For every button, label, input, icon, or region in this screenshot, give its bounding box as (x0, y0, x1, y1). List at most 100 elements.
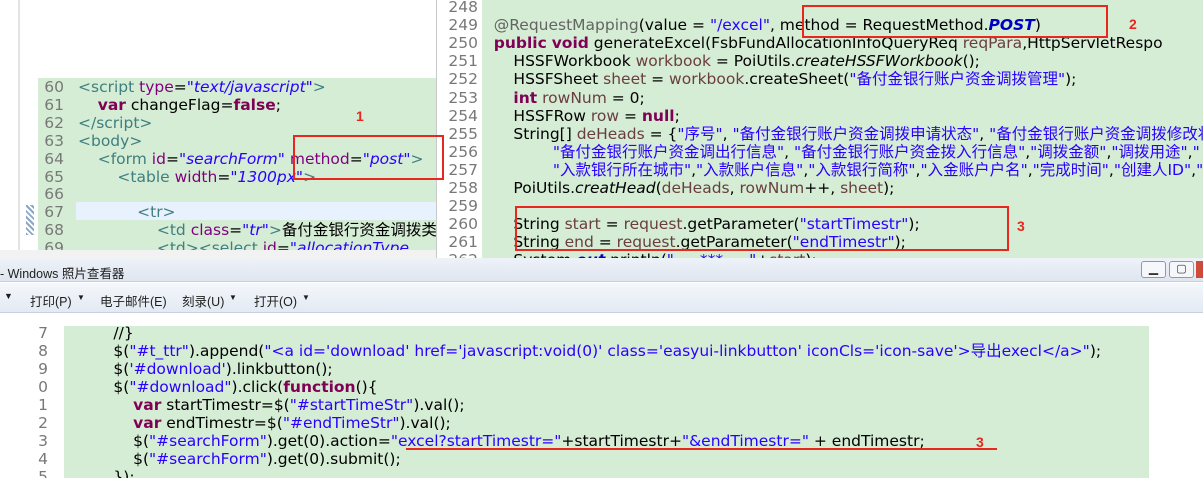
viewer-code-line-text: $("#t_ttr").append("<a id='download' hre… (74, 342, 1102, 360)
right-editor-line: 257 "入款银行所在城市","入款账户信息","入款银行简称","入金账户户名… (440, 160, 1203, 180)
right-editor-line-text: "备付金银行账户资金调出行信息", "备付金银行账户资金拨入行信息","调拨金额… (552, 142, 1200, 161)
right-editor-line-text: "入款银行所在城市","入款账户信息","入款银行简称","入金账户户名","完… (552, 160, 1203, 179)
menu-burn-arrow-icon[interactable]: ▼ (229, 293, 237, 302)
viewer-code-line: 9 $('#download').linkbutton(); (36, 360, 1203, 379)
right-editor-line-number: 255 (448, 124, 478, 143)
menu-chevron-icon[interactable]: ▼ (4, 291, 13, 301)
viewer-code-line: 0 $("#download").click(function(){ (36, 378, 1203, 397)
viewer-code-line-text: //} (74, 324, 134, 342)
left-editor-line: 60 <script type="text/javascript"> (38, 78, 436, 97)
viewer-titlebar: - Windows 照片查看器 ▁ ▢ (0, 258, 1203, 282)
viewer-title: - Windows 照片查看器 (0, 267, 125, 281)
left-editor-line: 62 </script> (38, 113, 436, 133)
viewer-code-line-text: var endTimestr=$("#endTimeStr").val(); (133, 414, 451, 432)
left-editor-hscroll[interactable] (0, 250, 436, 258)
left-editor-line-text: </script> (78, 113, 153, 132)
left-editor-line-number: 61 (44, 95, 64, 114)
photo-viewer-window: - Windows 照片查看器 ▁ ▢ ▼ 打印(P) ▼ 电子邮件(E) 刻录… (0, 258, 1203, 478)
viewer-code-line-number: 5 (38, 468, 48, 478)
left-editor-line-number: 63 (44, 131, 64, 150)
right-editor-line-number: 249 (448, 16, 478, 35)
menu-print-arrow-icon[interactable]: ▼ (77, 293, 85, 302)
maximize-button[interactable]: ▢ (1169, 261, 1194, 278)
annotation-label-2: 2 (1129, 16, 1137, 32)
right-editor-line-text: HSSFWorkbook workbook = PoiUtils.createH… (474, 52, 980, 71)
right-editor-line: 251 HSSFWorkbook workbook = PoiUtils.cre… (440, 52, 1203, 71)
left-editor-line-number: 65 (44, 167, 64, 186)
viewer-code-line: 7 //} (36, 324, 1203, 343)
left-editor-line-number: 66 (44, 185, 64, 204)
viewer-code-line: 2 var endTimestr=$("#endTimeStr").val(); (36, 414, 1203, 433)
menu-email[interactable]: 电子邮件(E) (100, 291, 167, 310)
right-editor-line-number: 253 (448, 88, 478, 107)
right-editor-line-number: 248 (448, 0, 478, 16)
left-editor-line-number: 68 (44, 221, 64, 240)
left-editor-line: 61 var changeFlag=false; (38, 95, 436, 115)
left-editor-line: 66 (38, 185, 436, 204)
minimize-button[interactable]: ▁ (1141, 261, 1166, 278)
left-editor-line-text: <table width="1300px"> (117, 167, 317, 186)
annotation-label-3b: 3 (976, 434, 984, 450)
left-editor-line-text: <body> (78, 131, 143, 150)
right-editor-line-text: PoiUtils.creatHead(deHeads, rowNum++, sh… (474, 179, 895, 197)
left-editor-line-text: var changeFlag=false; (97, 95, 281, 114)
annotation-label-1: 1 (356, 108, 364, 124)
right-editor-line: 253 int rowNum = 0; (440, 88, 1203, 108)
menu-print[interactable]: 打印(P) (30, 291, 72, 310)
left-editor-line-text: <td class="tr">备付金银行资金调拨类 (156, 221, 437, 240)
left-editor-line-text: <tr> (137, 203, 176, 222)
viewer-code-line-text: }); (74, 468, 135, 478)
left-editor-pane[interactable]: 60 <script type="text/javascript"> 61 var … (0, 0, 437, 258)
right-editor-line-number: 250 (448, 34, 478, 53)
right-editor-line-number: 261 (448, 233, 478, 252)
viewer-code-line: 1 var startTimestr=$("#startTimeStr").va… (36, 396, 1203, 415)
left-editor-gutter-bar (18, 0, 20, 258)
annotation-underline-3 (406, 448, 997, 450)
left-editor-line: 67 <tr> (38, 203, 436, 222)
viewer-code-line-text: $('#download').linkbutton(); (74, 360, 333, 378)
viewer-code-line-number: 1 (38, 396, 48, 414)
viewer-code-line-number: 3 (38, 432, 48, 450)
right-editor-line: 258 PoiUtils.creatHead(deHeads, rowNum++… (440, 179, 1203, 198)
menu-burn[interactable]: 刻录(U) (182, 291, 224, 310)
left-editor-line-number: 64 (44, 149, 64, 168)
annotation-box-3 (515, 206, 1009, 251)
left-editor-line: 68 <td class="tr">备付金银行资金调拨类 (38, 221, 437, 240)
right-editor-line: 256 "备付金银行账户资金调出行信息", "备付金银行账户资金拨入行信息","… (440, 142, 1203, 162)
viewer-image-area[interactable]: 7 //} 8 $("#t_ttr").append("<a id='downlo… (0, 314, 1203, 478)
close-icon[interactable] (1196, 261, 1203, 278)
right-editor-line-number: 256 (448, 142, 478, 161)
left-editor-marker (26, 205, 34, 235)
annotation-box-2 (802, 5, 1108, 38)
viewer-code-line-text: var startTimestr=$("#startTimeStr").val(… (133, 396, 465, 414)
viewer-code-line-number: 8 (38, 342, 48, 360)
viewer-code-line-text: $("#searchForm").get(0).submit(); (74, 450, 401, 468)
right-editor-line-text: String[] deHeads = {"序号", "备付金银行账户资金调拨申请… (474, 124, 1203, 143)
right-editor-line-text: int rowNum = 0; (513, 88, 645, 107)
left-editor-line-text: <script type="text/javascript"> (78, 78, 326, 96)
annotation-label-3a: 3 (1017, 218, 1025, 234)
right-editor-line: 254 HSSFRow row = null; (440, 106, 1203, 126)
right-editor-line-number: 259 (448, 197, 478, 216)
viewer-code-line-number: 4 (38, 450, 48, 468)
right-editor-line-text: HSSFSheet sheet = workbook.createSheet("… (474, 70, 1077, 89)
right-editor-line-number: 258 (448, 179, 478, 197)
viewer-code-line-number: 2 (38, 414, 48, 432)
viewer-code-line: 5 }); (36, 468, 1203, 478)
menu-open[interactable]: 打开(O) (254, 291, 297, 310)
right-editor-line-number: 251 (448, 52, 478, 71)
right-editor-line-number: 252 (448, 70, 478, 89)
right-editor-line: 252 HSSFSheet sheet = workbook.createShe… (440, 70, 1203, 89)
right-editor-line-number: 257 (448, 160, 478, 179)
viewer-code-line-number: 0 (38, 378, 48, 396)
right-editor-line-text: HSSFRow row = null; (474, 106, 680, 125)
right-editor-line-number: 260 (448, 215, 478, 234)
viewer-menubar: ▼ 打印(P) ▼ 电子邮件(E) 刻录(U) ▼ 打开(O) ▼ (0, 283, 1203, 313)
menu-open-arrow-icon[interactable]: ▼ (302, 293, 310, 302)
viewer-code-line-number: 7 (38, 324, 48, 342)
viewer-code-line-number: 9 (38, 360, 48, 378)
left-editor-line-number: 62 (44, 113, 64, 132)
viewer-code-line: 4 $("#searchForm").get(0).submit(); (36, 450, 1203, 469)
viewer-code-line: 8 $("#t_ttr").append("<a id='download' h… (36, 342, 1203, 361)
left-editor-line-number: 67 (44, 203, 64, 222)
